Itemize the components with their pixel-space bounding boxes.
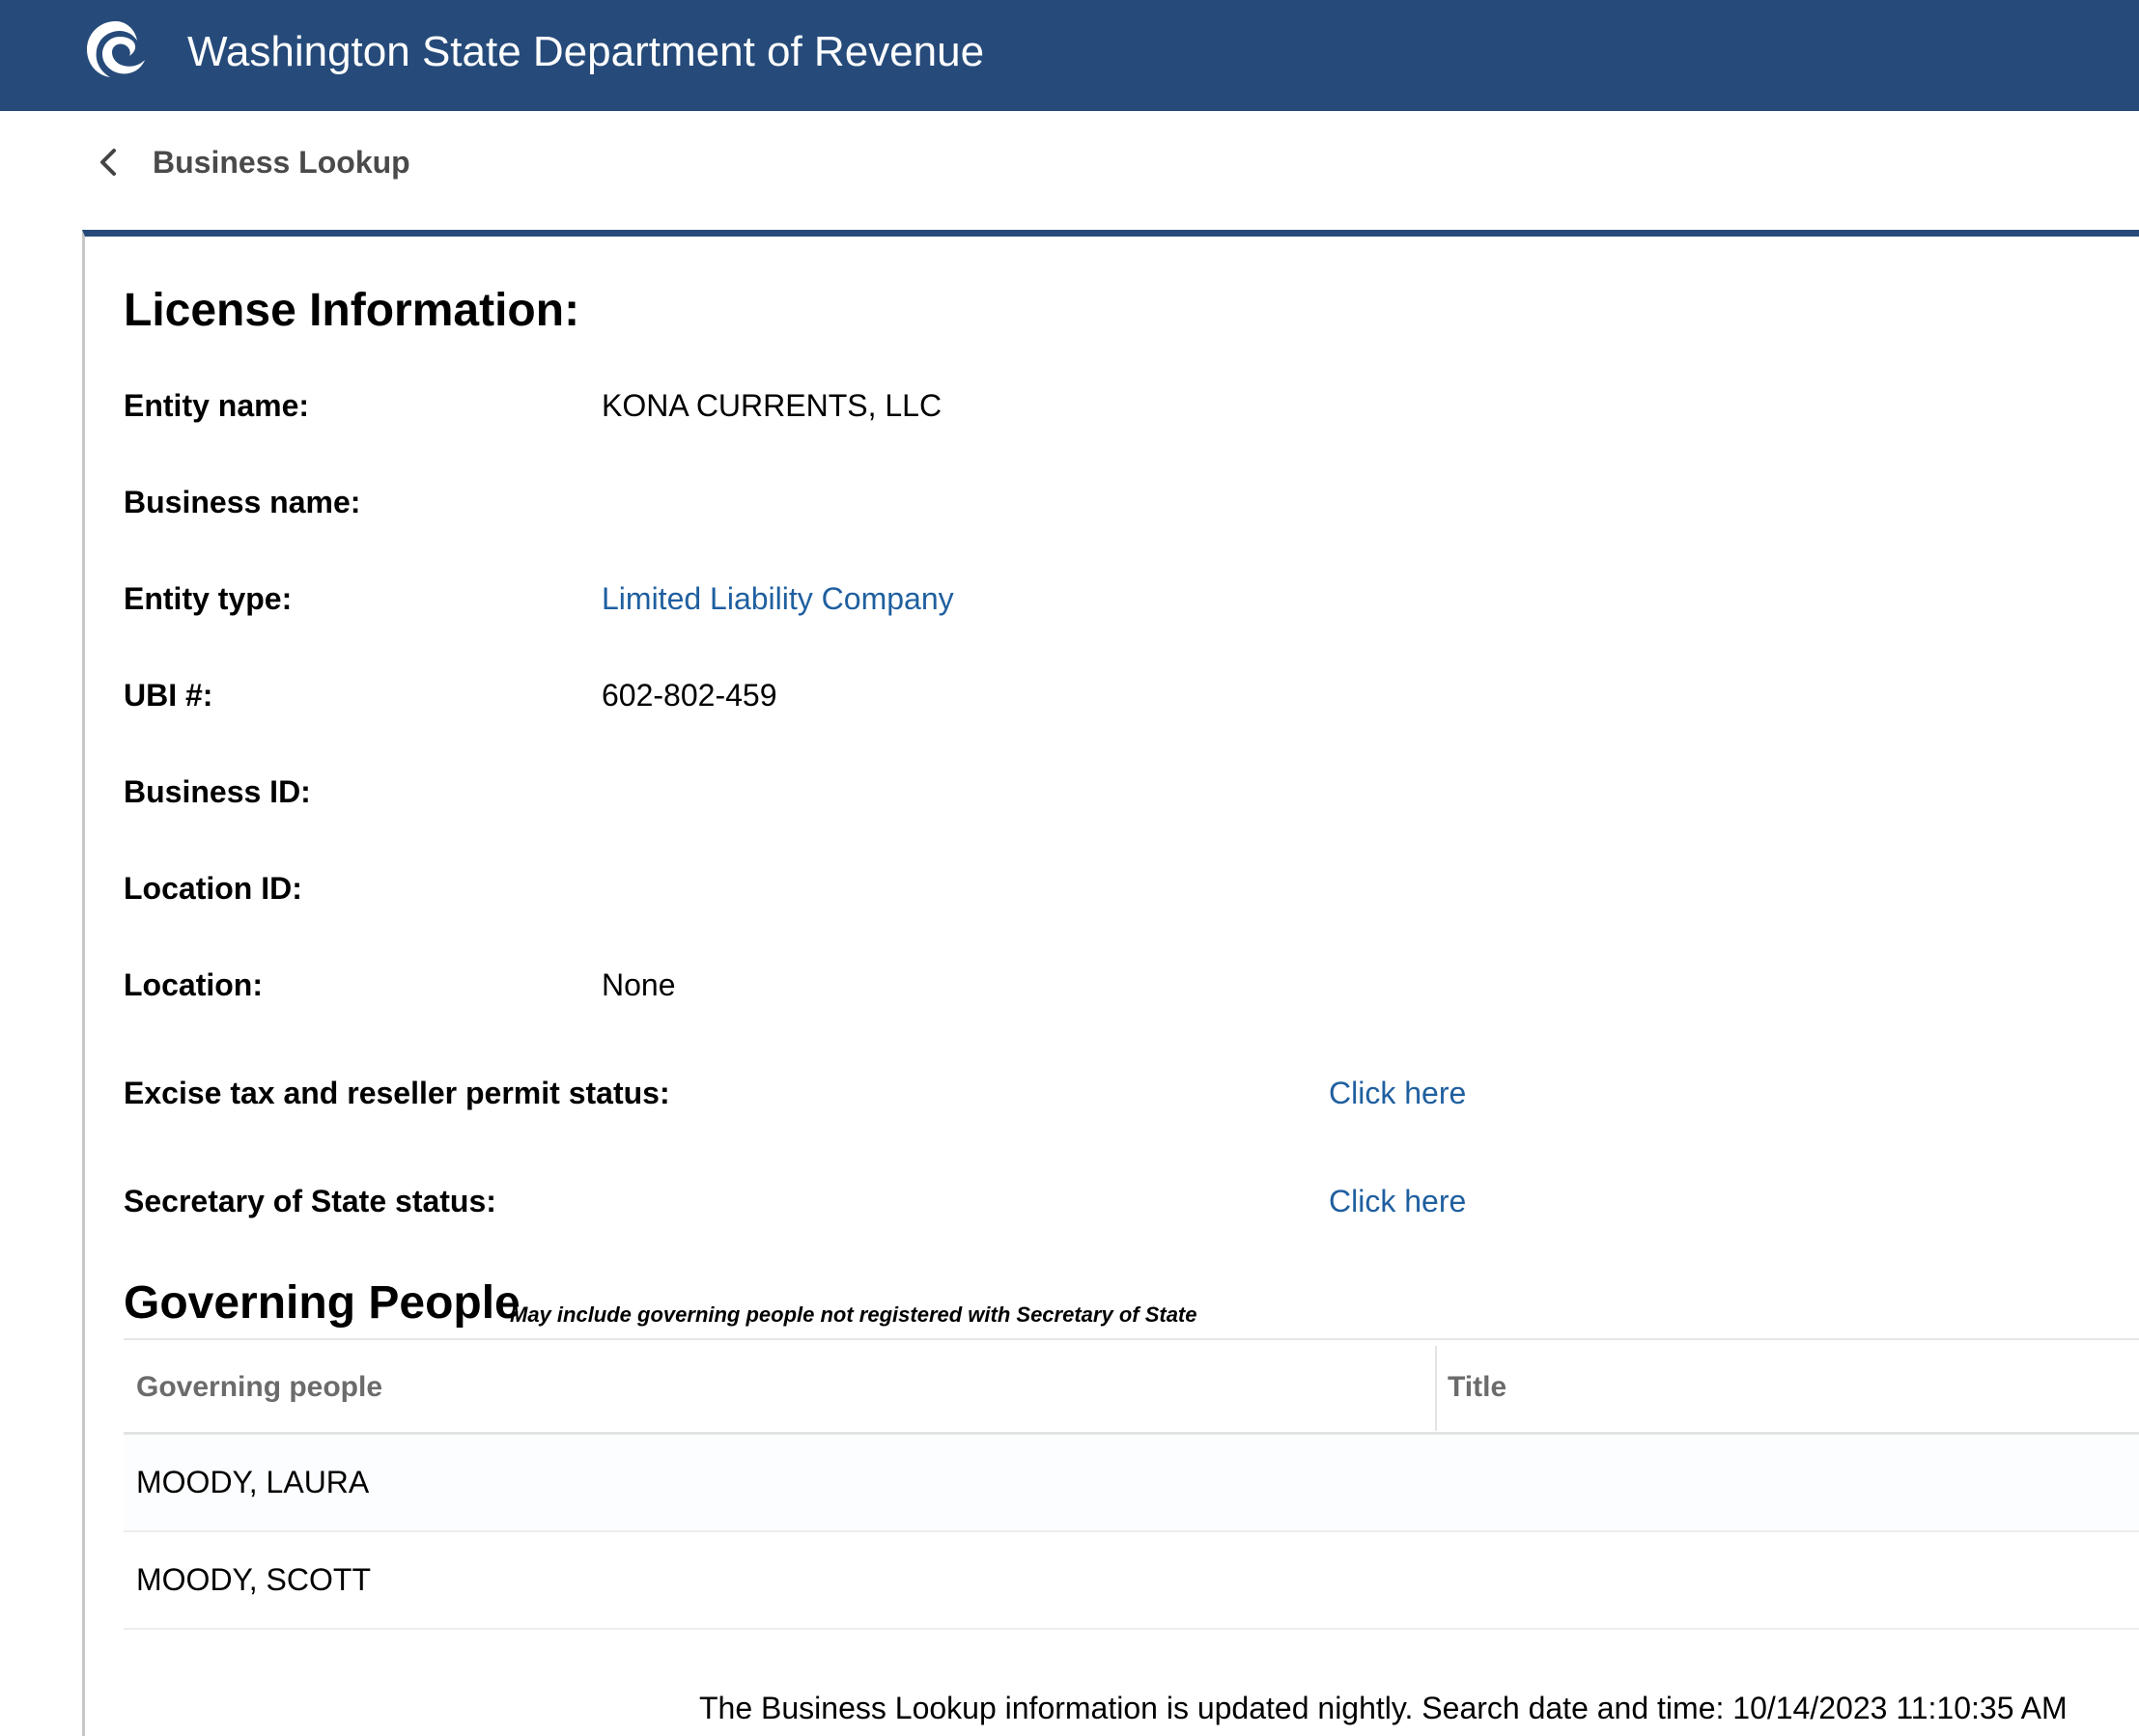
business-name-label: Business name:: [124, 485, 361, 519]
location-id-label: Location ID:: [124, 871, 302, 906]
column-header-governing-people[interactable]: Governing people: [136, 1340, 382, 1434]
dor-logo-icon[interactable]: [81, 17, 151, 81]
entity-type-label: Entity type:: [124, 581, 293, 616]
app-title: Washington State Department of Revenue: [187, 28, 985, 75]
entity-name-value: KONA CURRENTS, LLC: [602, 388, 943, 423]
table-header: Governing people Title: [124, 1338, 2139, 1435]
excise-status-label: Excise tax and reseller permit status:: [124, 1076, 670, 1110]
excise-status-link[interactable]: Click here: [1329, 1074, 1466, 1112]
column-divider[interactable]: [1435, 1346, 1437, 1431]
last-updated-note: The Business Lookup information is updat…: [699, 1691, 2068, 1725]
chevron-left-icon[interactable]: [93, 143, 124, 182]
table-row: MOODY, LAURA: [124, 1435, 2139, 1532]
entity-name-label: Entity name:: [124, 388, 310, 423]
license-heading: License Information:: [124, 285, 580, 336]
column-header-title[interactable]: Title: [1448, 1340, 1506, 1434]
governing-people-heading: Governing People: [124, 1277, 521, 1329]
table-row: MOODY, SCOTT: [124, 1532, 2139, 1630]
breadcrumb-label: Business Lookup: [153, 145, 410, 180]
entity-type-link[interactable]: Limited Liability Company: [602, 579, 954, 618]
ubi-value: 602-802-459: [602, 678, 777, 713]
governing-people-table: Governing people Title MOODY, LAURA MOOD…: [124, 1338, 2139, 1630]
ubi-label: UBI #:: [124, 678, 213, 713]
governing-person-name: MOODY, LAURA: [136, 1465, 370, 1499]
sos-status-link[interactable]: Click here: [1329, 1182, 1466, 1220]
location-value: None: [602, 967, 676, 1002]
governing-person-name: MOODY, SCOTT: [136, 1562, 371, 1597]
app-header: Washington State Department of Revenue: [0, 0, 2139, 111]
sos-status-label: Secretary of State status:: [124, 1184, 496, 1218]
governing-people-note: May include governing people not registe…: [510, 1302, 1197, 1327]
location-label: Location:: [124, 967, 263, 1002]
business-id-label: Business ID:: [124, 774, 311, 809]
